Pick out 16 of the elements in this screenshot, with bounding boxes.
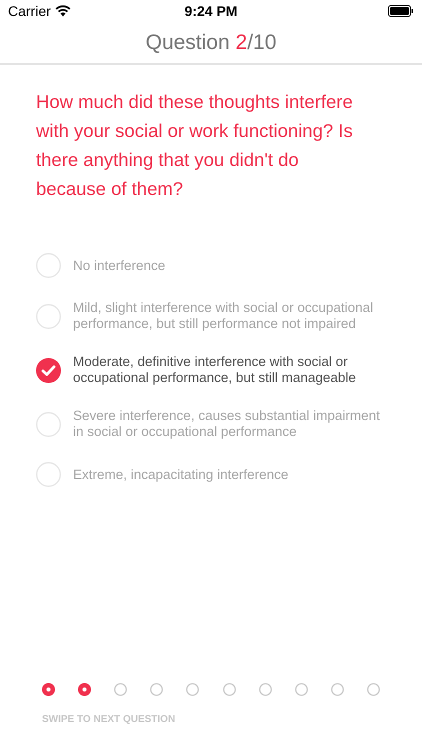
radio-circle-icon: [36, 412, 61, 436]
wifi-icon: [54, 5, 71, 17]
carrier-name: Carrier: [8, 2, 51, 20]
radio-circle-icon: [36, 304, 61, 328]
radio-circle-icon: [36, 462, 61, 487]
battery-icon: [388, 5, 414, 17]
radio-circle-icon: [36, 253, 61, 278]
answer-option[interactable]: Mild, slight interference with social or occupational performance, but still performance not impaired: [36, 300, 386, 332]
checked-circle-icon: [36, 358, 61, 382]
answer-option[interactable]: Extreme, incapacitating interference: [36, 462, 386, 487]
clock-time: 9:24 PM: [184, 2, 238, 20]
answer-option[interactable]: Severe interference, causes substantial impairment in social or occupational performance: [36, 408, 386, 440]
answer-option[interactable]: Moderate, definitive interference with social or occupational performance, but still manageable: [36, 354, 386, 386]
answer-option[interactable]: No interference: [36, 253, 386, 278]
question-counter: Question 2/10: [146, 30, 276, 56]
question-text: How much did these thoughts interfere with your social or work functioning? Is there anything that you didn't do because of them?: [35, 90, 354, 201]
